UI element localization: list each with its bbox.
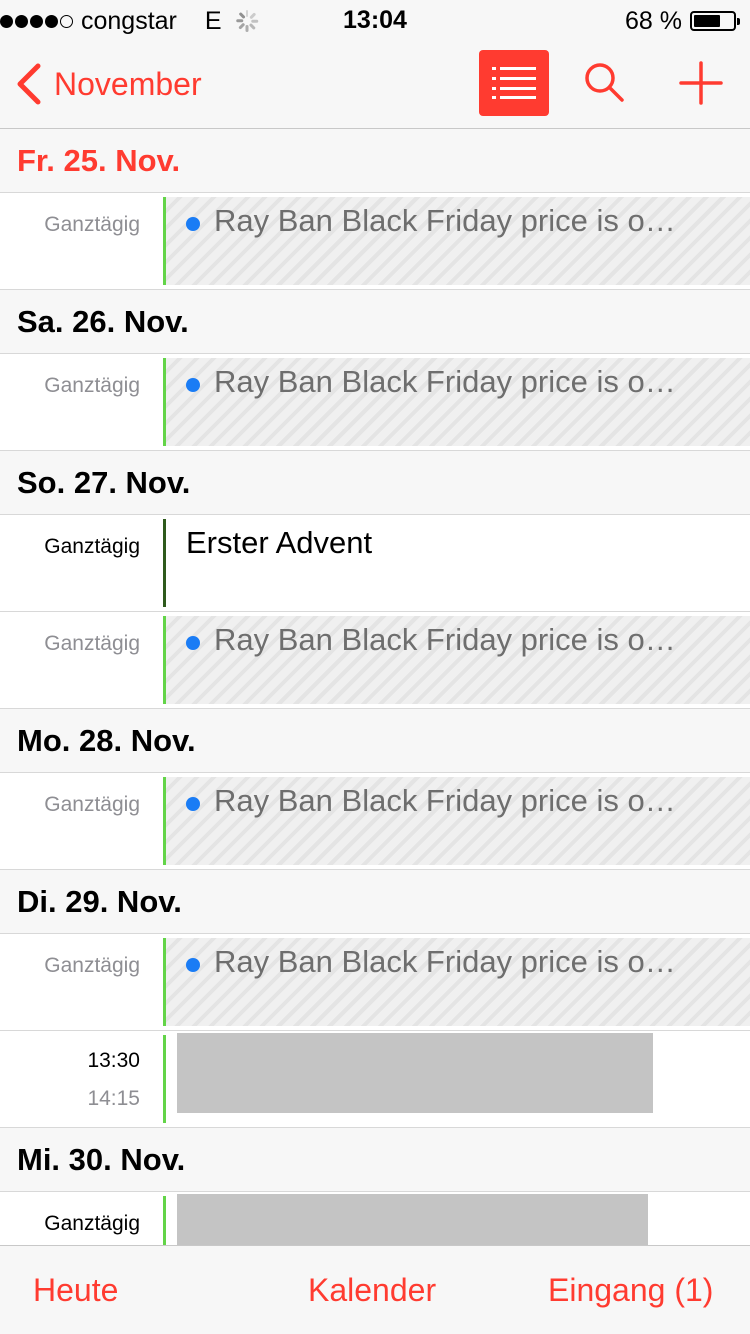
list-item[interactable]: Ganztägig [0, 1192, 750, 1245]
event-title: Ray Ban Black Friday price is o… [214, 203, 676, 238]
list-item[interactable]: Ganztägig Ray Ban Black Friday price is … [0, 354, 750, 451]
event-body: Ray Ban Black Friday price is o… [166, 777, 750, 865]
event-title: Ray Ban Black Friday price is o… [214, 364, 676, 399]
tab-today[interactable]: Heute [33, 1272, 118, 1309]
add-event-button[interactable] [678, 60, 724, 106]
event-body: Ray Ban Black Friday price is o… [166, 938, 750, 1026]
invite-dot-icon [186, 958, 200, 972]
day-header: Sa. 26. Nov. [0, 290, 750, 354]
tab-inbox[interactable]: Eingang (1) [548, 1272, 713, 1309]
event-time: Ganztägig [44, 374, 140, 397]
day-header: Mi. 30. Nov. [0, 1128, 750, 1192]
redacted-event-block [177, 1194, 648, 1245]
battery-percent: 68 % [625, 6, 682, 35]
event-start-time: 13:30 [87, 1049, 140, 1072]
invite-dot-icon [186, 636, 200, 650]
list-item[interactable]: Ganztägig Erster Advent [0, 515, 750, 612]
day-header: Mo. 28. Nov. [0, 709, 750, 773]
status-bar: congstar E 13:04 68 % [0, 0, 750, 40]
chevron-left-icon [17, 63, 41, 105]
event-title: Ray Ban Black Friday price is o… [214, 622, 676, 657]
plus-icon [679, 61, 723, 105]
redacted-event-block [177, 1033, 653, 1113]
event-time: Ganztägig [44, 1212, 140, 1235]
list-item[interactable]: Ganztägig Ray Ban Black Friday price is … [0, 193, 750, 290]
invite-dot-icon [186, 217, 200, 231]
tab-bar: Heute Kalender Eingang (1) [0, 1245, 750, 1334]
event-body: Ray Ban Black Friday price is o… [166, 197, 750, 285]
event-time: Ganztägig [44, 213, 140, 236]
event-time: Ganztägig [44, 632, 140, 655]
event-title: Erster Advent [186, 525, 373, 560]
list-item[interactable]: Ganztägig Ray Ban Black Friday price is … [0, 773, 750, 870]
invite-dot-icon [186, 378, 200, 392]
list-view-toggle[interactable] [479, 50, 549, 116]
search-icon [585, 63, 624, 102]
event-title: Ray Ban Black Friday price is o… [214, 783, 676, 818]
status-right: 68 % [625, 6, 740, 36]
back-button-label: November [54, 65, 202, 102]
calendar-color-bar [163, 1035, 166, 1123]
day-header: Fr. 25. Nov. [0, 129, 750, 193]
event-time-range: 13:30 14:15 [0, 1049, 140, 1111]
event-list[interactable]: Fr. 25. Nov. Ganztägig Ray Ban Black Fri… [0, 129, 750, 1245]
event-end-time: 14:15 [87, 1087, 140, 1110]
day-header: So. 27. Nov. [0, 451, 750, 515]
navigation-bar: November [0, 40, 750, 129]
tab-calendars[interactable]: Kalender [308, 1272, 436, 1309]
event-time: Ganztägig [44, 793, 140, 816]
event-body: Erster Advent [166, 519, 750, 607]
search-button[interactable] [582, 60, 626, 104]
event-body: Ray Ban Black Friday price is o… [166, 358, 750, 446]
list-item[interactable]: Ganztägig Ray Ban Black Friday price is … [0, 934, 750, 1031]
list-item[interactable]: Ganztägig Ray Ban Black Friday price is … [0, 612, 750, 709]
back-button[interactable]: November [14, 58, 202, 110]
event-body: Ray Ban Black Friday price is o… [166, 616, 750, 704]
calendar-color-bar [163, 1196, 166, 1245]
event-title: Ray Ban Black Friday price is o… [214, 944, 676, 979]
battery-icon [690, 11, 740, 31]
event-time: Ganztägig [44, 954, 140, 977]
day-header: Di. 29. Nov. [0, 870, 750, 934]
invite-dot-icon [186, 797, 200, 811]
list-icon [492, 67, 536, 99]
event-time: Ganztägig [44, 535, 140, 558]
list-item[interactable]: 13:30 14:15 [0, 1031, 750, 1128]
